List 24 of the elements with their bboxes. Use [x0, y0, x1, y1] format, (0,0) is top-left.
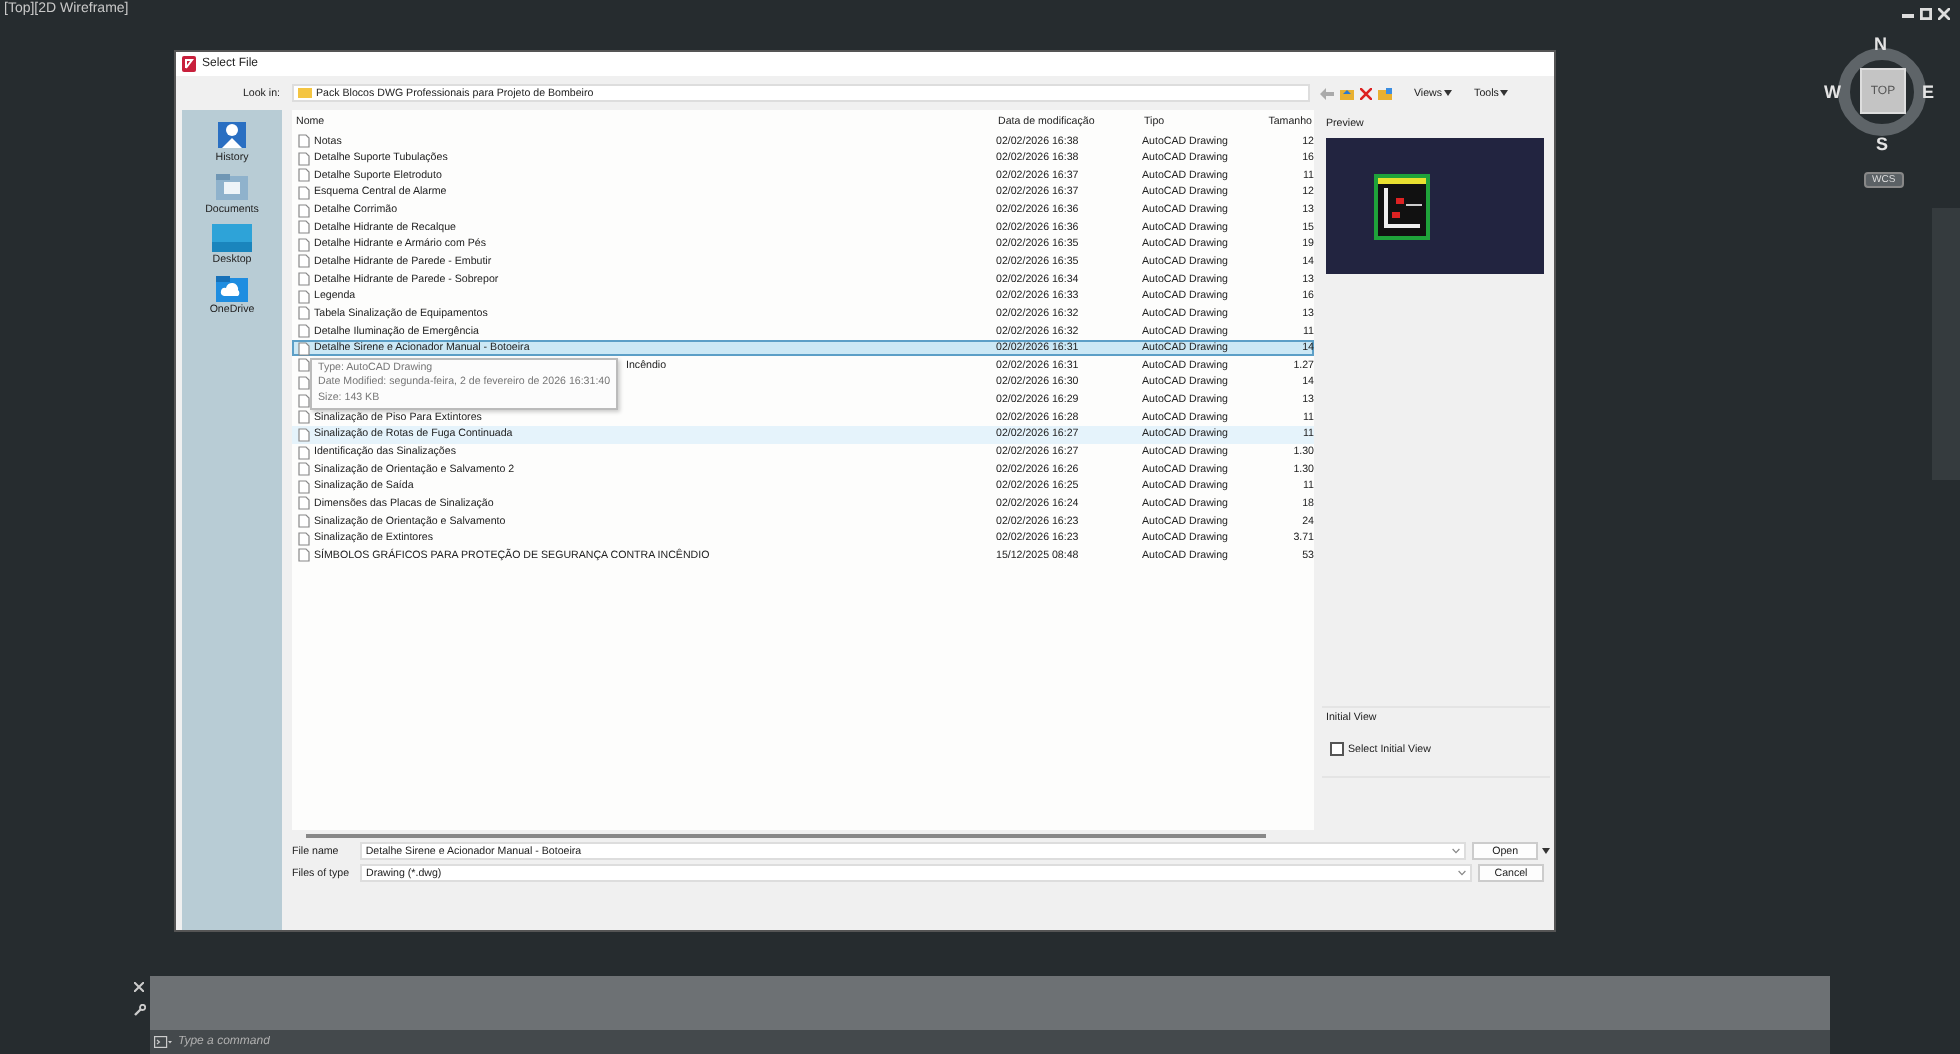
scrollbar-thumb[interactable] [306, 834, 1266, 838]
restore-icon[interactable] [1920, 8, 1932, 20]
new-folder-icon[interactable] [1378, 87, 1392, 99]
chevron-icon [1458, 870, 1466, 876]
chevron-icon [1452, 848, 1461, 854]
checkbox[interactable] [1330, 742, 1344, 756]
wrench-icon[interactable] [133, 1004, 145, 1016]
delete-icon[interactable] [1360, 87, 1372, 99]
documents-folder-icon [213, 172, 250, 202]
close-icon[interactable] [1938, 8, 1950, 20]
compass-label: W [1824, 84, 1841, 102]
compass-label: E [1922, 84, 1935, 102]
cloud-folder-icon [214, 274, 250, 302]
caret-icon [1500, 90, 1509, 96]
compass-label: N [1874, 36, 1887, 54]
compass-label: S [1876, 136, 1889, 154]
desktop-icon [212, 224, 252, 252]
terminal-icon[interactable] [154, 1036, 172, 1048]
folder-up-icon[interactable] [1340, 87, 1354, 99]
caret-icon [1444, 90, 1453, 96]
folder-icon [298, 88, 312, 98]
close-icon[interactable] [134, 982, 144, 992]
caret-icon[interactable] [1542, 848, 1550, 854]
minimize-icon[interactable] [1902, 8, 1914, 20]
